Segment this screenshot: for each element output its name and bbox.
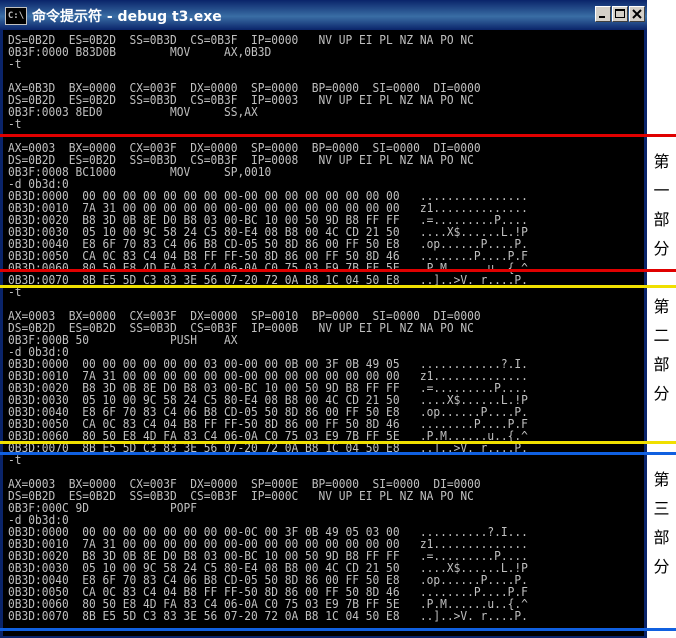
- section-label-char: 部: [653, 528, 670, 547]
- section-label-char: 第: [653, 470, 670, 489]
- section-label-char: 部: [653, 210, 670, 229]
- marker-line-yellow-bottom: [0, 441, 676, 444]
- console-line: 0B3D:0070 8B E5 5D C3 83 3E 56 07-20 72 …: [8, 608, 528, 623]
- section-label-char: 二: [653, 326, 670, 345]
- title-bar[interactable]: C:\ 命令提示符 - debug t3.exe: [0, 0, 647, 30]
- section-label-char: 三: [653, 499, 670, 518]
- console-line: 0B3F:0003 8ED0 MOV SS,AX: [8, 104, 258, 119]
- minimize-icon: [599, 16, 605, 18]
- maximize-icon: [615, 9, 625, 18]
- close-button[interactable]: [629, 6, 645, 22]
- console-line: 0B3F:0000 B83D0B MOV AX,0B3D: [8, 44, 272, 59]
- command-prompt-window: C:\ 命令提示符 - debug t3.exe DS=0B2D ES=0B2D…: [0, 0, 647, 638]
- section-label-char: 分: [653, 384, 670, 403]
- marker-line-blue-top: [0, 452, 676, 455]
- section-label-1: 第 一 部 分: [647, 147, 676, 263]
- console-output[interactable]: DS=0B2D ES=0B2D SS=0B3D CS=0B3F IP=0000 …: [3, 30, 644, 636]
- section-label-char: 第: [653, 297, 670, 316]
- section-label-2: 第 二 部 分: [647, 292, 676, 408]
- section-label-char: 一: [653, 181, 670, 200]
- console-line: -t: [8, 452, 22, 467]
- close-icon: [632, 9, 642, 19]
- marker-line-red-top: [0, 134, 676, 137]
- marker-line-red-bottom: [0, 269, 676, 272]
- marker-line-blue-bottom: [0, 628, 676, 631]
- section-label-char: 第: [653, 152, 670, 171]
- cmd-app-icon[interactable]: C:\: [5, 7, 27, 25]
- console-line: -t: [8, 116, 22, 131]
- marker-line-yellow-top: [0, 285, 676, 288]
- console-line: -t: [8, 56, 22, 71]
- section-label-char: 分: [653, 239, 670, 258]
- maximize-button[interactable]: [612, 6, 628, 22]
- minimize-button[interactable]: [595, 6, 611, 22]
- section-label-3: 第 三 部 分: [647, 465, 676, 581]
- section-label-char: 部: [653, 355, 670, 374]
- window-title: 命令提示符 - debug t3.exe: [32, 9, 222, 25]
- section-label-char: 分: [653, 557, 670, 576]
